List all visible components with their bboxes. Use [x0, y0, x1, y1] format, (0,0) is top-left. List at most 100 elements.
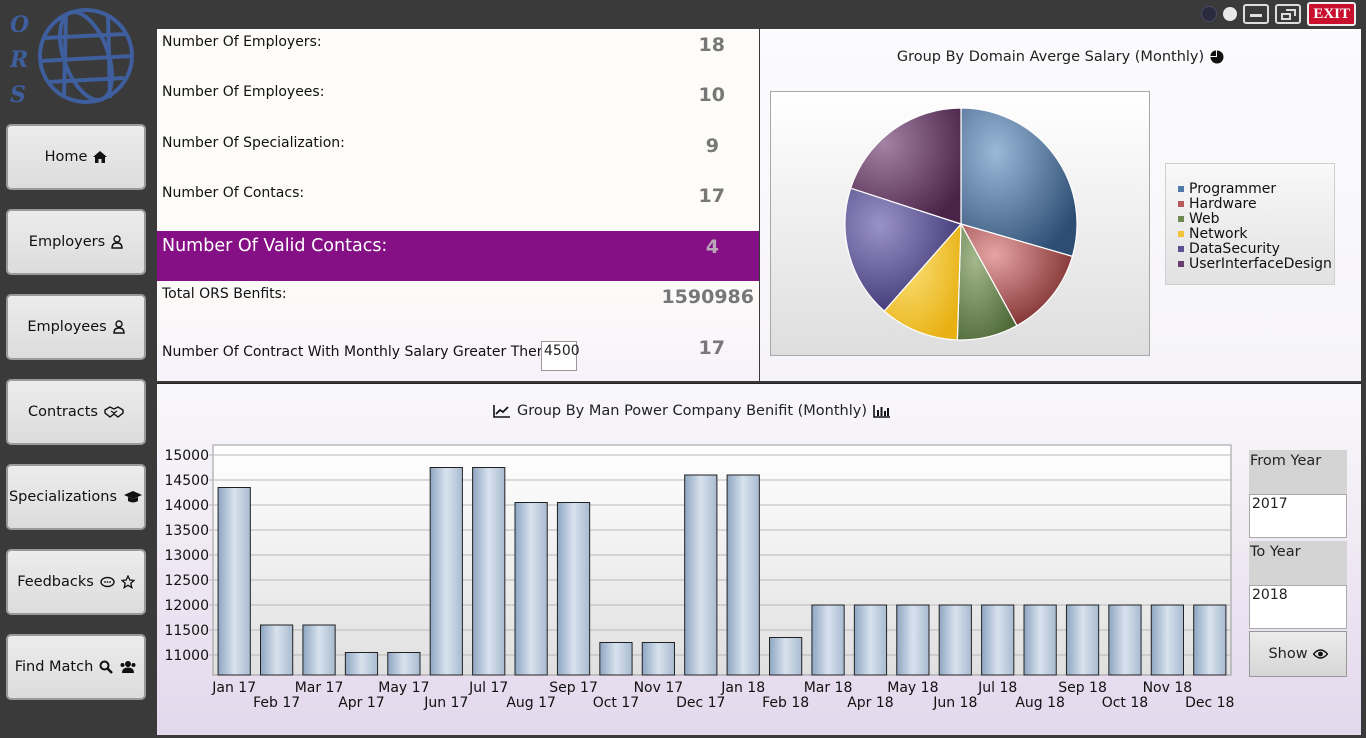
- x-tick-label: Jun 17: [423, 695, 468, 711]
- y-tick-label: 15000: [164, 448, 209, 464]
- bar-jun-17: [429, 467, 463, 676]
- theme-dark-icon[interactable]: [1201, 6, 1218, 22]
- window-controls: EXIT: [1201, 2, 1356, 26]
- x-tick-label: Nov 17: [634, 680, 684, 696]
- stat-label: Number Of Employers:: [162, 34, 322, 50]
- stat-valid-contacs: Number Of Valid Contacs: 4: [157, 231, 759, 281]
- bar-may-18: [896, 604, 930, 676]
- logo-letter-o: O: [10, 12, 30, 38]
- stat-label: Number Of Valid Contacs:: [162, 236, 388, 256]
- to-year-input[interactable]: 2018: [1249, 585, 1347, 629]
- exit-button[interactable]: EXIT: [1307, 2, 1356, 26]
- sidebar-item-contracts[interactable]: Contracts: [6, 379, 146, 445]
- from-year-input[interactable]: 2017: [1249, 494, 1347, 538]
- legend-label: Web: [1189, 211, 1220, 227]
- x-tick-label: Jul 17: [468, 680, 508, 696]
- pie-chart-title-text: Group By Domain Averge Salary (Monthly): [896, 49, 1205, 65]
- legend-label: Programmer: [1189, 181, 1277, 197]
- to-year-group: To Year 2018: [1249, 541, 1347, 629]
- legend-label: UserInterfaceDesign: [1189, 256, 1332, 272]
- show-button[interactable]: Show: [1249, 631, 1347, 677]
- sidebar-item-home[interactable]: Home: [6, 124, 146, 190]
- y-tick-label: 11500: [164, 623, 209, 639]
- sidebar-item-label: Specializations: [8, 489, 118, 505]
- bar-dec-18: [1193, 604, 1227, 676]
- legend-item: Hardware: [1178, 196, 1257, 212]
- sidebar-item-label: Feedbacks: [17, 574, 94, 590]
- stats-lower: Total ORS Benfits: 1590986 Number Of Con…: [157, 281, 759, 381]
- x-tick-label: Aug 18: [1015, 695, 1065, 711]
- legend-swatch: [1178, 246, 1184, 252]
- legend-swatch: [1178, 201, 1184, 207]
- bar-apr-17: [344, 652, 379, 676]
- legend-item: Programmer: [1178, 181, 1276, 197]
- sidebar-item-find-match[interactable]: Find Match: [6, 634, 146, 700]
- sidebar-item-employers[interactable]: Employers: [6, 209, 146, 275]
- sidebar-item-label: Employers: [28, 234, 106, 250]
- pie-chart-title: Group By Domain Averge Salary (Monthly): [760, 49, 1361, 65]
- bar-feb-17: [260, 624, 294, 676]
- bar-mar-18: [811, 604, 845, 676]
- graduation-cap-icon: [124, 491, 143, 503]
- logo-letters: O R S: [10, 8, 29, 113]
- bar-sep-17: [556, 502, 591, 676]
- x-tick-label: Sep 18: [1058, 680, 1107, 696]
- bar-chart-panel: Group By Man Power Company Benifit (Mont…: [157, 383, 1361, 735]
- legend-item: DataSecurity: [1178, 241, 1280, 257]
- theme-light-icon[interactable]: [1223, 7, 1238, 21]
- bar-sep-18: [1065, 604, 1100, 676]
- salary-filter-value: 17: [698, 337, 725, 359]
- bar-aug-18: [1023, 604, 1057, 676]
- legend-swatch: [1178, 231, 1184, 237]
- pie-chart-icon: [1210, 50, 1224, 64]
- x-tick-label: Apr 17: [338, 695, 384, 711]
- sidebar-item-label: Find Match: [14, 659, 94, 675]
- bar-mar-17: [302, 624, 336, 676]
- search-icon: [99, 660, 114, 674]
- x-tick-label: Sep 17: [549, 680, 598, 696]
- stat-value: 18: [698, 34, 725, 56]
- show-button-label: Show: [1268, 646, 1308, 662]
- x-tick-label: Oct 17: [593, 695, 639, 711]
- x-tick-label: May 17: [378, 680, 429, 696]
- from-year-group: From Year 2017: [1249, 450, 1347, 538]
- bar-feb-18: [769, 637, 803, 676]
- x-tick-label: Feb 18: [762, 695, 809, 711]
- x-tick-label: Jul 18: [977, 680, 1017, 696]
- bar-apr-18: [853, 604, 888, 676]
- star-icon: [120, 575, 135, 589]
- logo-letter-r: R: [10, 47, 29, 73]
- stat-total-benefits-label: Total ORS Benfits:: [162, 286, 287, 302]
- legend-swatch: [1178, 186, 1184, 192]
- x-tick-label: Dec 17: [676, 695, 725, 711]
- globe-icon: [38, 8, 134, 104]
- salary-filter-label: Number Of Contract With Monthly Salary G…: [162, 344, 551, 360]
- sidebar-item-specializations[interactable]: Specializations: [6, 464, 146, 530]
- bar-jul-17: [472, 467, 506, 676]
- salary-threshold-input[interactable]: 4500: [541, 341, 580, 371]
- bar-oct-17: [599, 642, 633, 676]
- logo-letter-s: S: [10, 82, 26, 108]
- x-tick-label: Nov 18: [1143, 680, 1193, 696]
- legend-label: Hardware: [1189, 196, 1257, 212]
- x-tick-label: Feb 17: [253, 695, 300, 711]
- bar-oct-18: [1108, 604, 1142, 676]
- legend-item: UserInterfaceDesign: [1178, 256, 1332, 272]
- stat-value: 17: [698, 185, 725, 207]
- restore-button[interactable]: [1275, 4, 1302, 24]
- y-tick-label: 14000: [164, 498, 209, 514]
- x-tick-label: Oct 18: [1102, 695, 1148, 711]
- sidebar-item-employees[interactable]: Employees: [6, 294, 146, 360]
- sidebar-nav: Home Employers Employees Contracts Speci…: [6, 124, 146, 719]
- bar-jun-18: [938, 604, 972, 676]
- pie-chart-svg: [844, 107, 1078, 341]
- legend-swatch: [1178, 216, 1184, 222]
- x-tick-label: Jan 17: [211, 680, 256, 696]
- from-year-label: From Year: [1249, 450, 1347, 494]
- legend-item: Web: [1178, 211, 1220, 227]
- sidebar-item-feedbacks[interactable]: Feedbacks: [6, 549, 146, 615]
- minimize-button[interactable]: [1243, 4, 1270, 24]
- stats-panel: Number Of Employers: 18 Number Of Employ…: [157, 29, 759, 381]
- bar-nov-18: [1150, 604, 1184, 676]
- users-icon: [120, 661, 136, 673]
